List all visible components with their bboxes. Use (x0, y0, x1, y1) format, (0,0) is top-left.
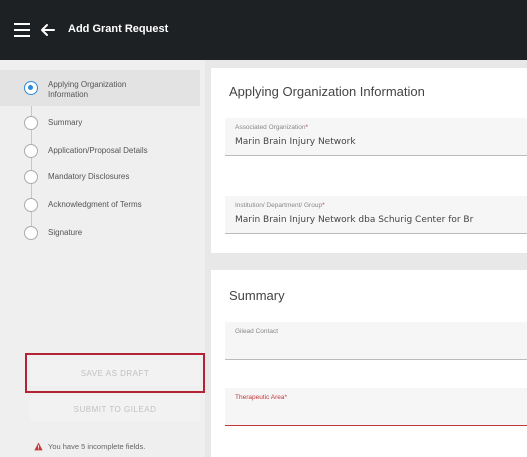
associated-organization-field[interactable]: Associated Organization* Marin Brain Inj… (225, 118, 527, 156)
field-value: Marin Brain Injury Network dba Schurig C… (235, 215, 474, 225)
main-content: Applying Organization Information Associ… (205, 60, 527, 457)
warning-icon (34, 442, 43, 451)
field-label: Institution/ Department/ Group* (235, 202, 325, 209)
gilead-contact-field[interactable]: Gilead Contact (225, 322, 527, 360)
step-signature[interactable]: Signature (0, 222, 200, 250)
step-label: Summary (48, 118, 83, 127)
step-radio[interactable] (24, 144, 38, 158)
app-header: Add Grant Request (0, 0, 527, 60)
step-summary[interactable]: Summary (0, 112, 200, 140)
required-marker: * (284, 394, 288, 401)
field-label-text: Institution/ Department/ Group (235, 202, 323, 209)
field-label: Associated Organization* (235, 124, 308, 131)
field-label: Gilead Contact (235, 328, 278, 335)
summary-card: Summary Gilead Contact Therapeutic Area* (211, 270, 527, 457)
page-title: Add Grant Request (68, 23, 169, 35)
section-title: Summary (229, 288, 285, 303)
step-label: Application/Proposal Details (48, 146, 148, 155)
highlight-box (25, 353, 205, 393)
step-label: Applying Organization Information (48, 80, 127, 99)
back-arrow-icon[interactable] (38, 20, 58, 40)
field-label-text: Gilead Contact (235, 328, 278, 335)
therapeutic-area-field[interactable]: Therapeutic Area* (225, 388, 527, 426)
step-acknowledgment[interactable]: Acknowledgment of Terms (0, 194, 200, 222)
step-radio[interactable] (24, 170, 38, 184)
step-application-details[interactable]: Application/Proposal Details (0, 140, 200, 168)
organization-card: Applying Organization Information Associ… (211, 68, 527, 253)
required-marker: * (305, 124, 308, 131)
required-marker: * (322, 202, 325, 209)
step-radio-checked[interactable] (24, 81, 38, 95)
step-label: Acknowledgment of Terms (48, 200, 142, 209)
institution-department-field[interactable]: Institution/ Department/ Group* Marin Br… (225, 196, 527, 234)
field-value: Marin Brain Injury Network (235, 137, 356, 147)
step-radio[interactable] (24, 116, 38, 130)
step-label: Mandatory Disclosures (48, 172, 130, 181)
step-radio[interactable] (24, 198, 38, 212)
warning-text: You have 5 incomplete fields. (48, 442, 146, 451)
step-applying-organization[interactable]: Applying Organization Information (0, 70, 200, 106)
field-label: Therapeutic Area* (235, 394, 287, 401)
step-mandatory-disclosures[interactable]: Mandatory Disclosures (0, 166, 200, 194)
submit-to-gilead-button[interactable]: SUBMIT TO GILEAD (30, 396, 200, 422)
section-title: Applying Organization Information (229, 84, 425, 99)
field-label-text: Therapeutic Area (235, 394, 285, 401)
incomplete-fields-warning: You have 5 incomplete fields. (34, 442, 145, 451)
field-label-text: Associated Organization (235, 124, 306, 131)
hamburger-menu-icon[interactable] (14, 23, 30, 37)
step-radio[interactable] (24, 226, 38, 240)
step-label: Signature (48, 228, 83, 237)
